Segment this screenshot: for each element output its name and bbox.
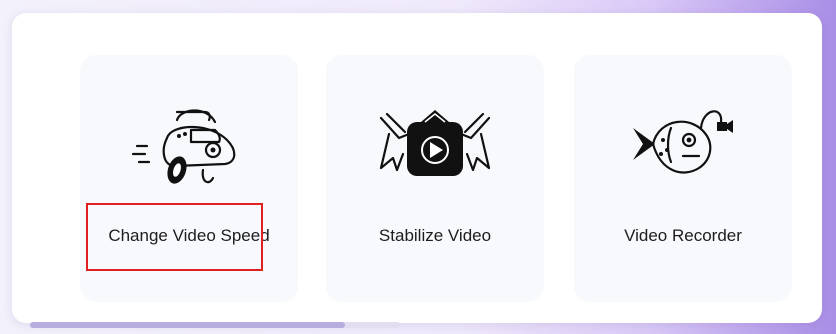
stabilize-icon [326,95,544,195]
tool-label: Stabilize Video [378,226,492,245]
tool-label: Video Recorder [624,226,742,245]
tool-card-video-recorder[interactable]: Video Recorder [574,55,792,302]
tool-card-stabilize-video[interactable]: Stabilize Video [326,55,544,302]
speed-car-icon [80,95,298,195]
recorder-fish-icon [574,95,792,195]
scroll-progress [30,322,400,328]
scroll-progress-fill [30,322,345,328]
selection-highlight [86,203,263,271]
